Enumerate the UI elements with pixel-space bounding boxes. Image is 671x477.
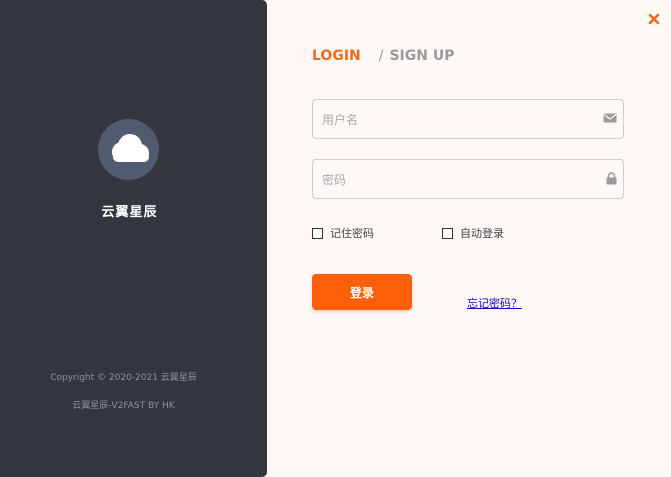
tab-separator: / — [378, 48, 384, 64]
password-field[interactable] — [312, 159, 624, 200]
remember-password-label: 记住密码 — [330, 227, 374, 240]
credit-text: 云翼星辰-V2FAST BY HK — [72, 401, 175, 411]
auto-login-option[interactable]: 自动登录 — [442, 225, 504, 241]
logo-avatar — [98, 119, 159, 180]
brand-panel: 云翼星辰 Copyright © 2020-2021 云翼星辰 云翼星辰-V2F… — [0, 0, 267, 477]
auto-login-label: 自动登录 — [460, 227, 504, 240]
cloud-icon — [112, 134, 149, 162]
tab-login[interactable]: LOGIN — [312, 48, 361, 64]
lock-icon — [606, 172, 617, 185]
remember-password-option[interactable]: 记住密码 — [312, 225, 374, 241]
username-field[interactable] — [312, 99, 624, 140]
brand-name: 云翼星辰 — [101, 205, 158, 220]
forgot-password-link[interactable]: 忘记密码？ — [467, 295, 522, 311]
username-input[interactable] — [320, 100, 604, 140]
auto-login-checkbox[interactable] — [442, 227, 453, 239]
auth-tabs: LOGIN / SIGN UP — [312, 48, 454, 64]
tab-signup[interactable]: SIGN UP — [389, 48, 454, 64]
close-button[interactable] — [647, 11, 661, 25]
copyright-text: Copyright © 2020-2021 云翼星辰 — [50, 373, 197, 383]
envelope-icon — [603, 113, 617, 123]
close-icon — [648, 13, 660, 25]
remember-password-checkbox[interactable] — [312, 227, 323, 239]
password-input[interactable] — [320, 160, 604, 200]
login-button[interactable]: 登录 — [312, 274, 412, 310]
